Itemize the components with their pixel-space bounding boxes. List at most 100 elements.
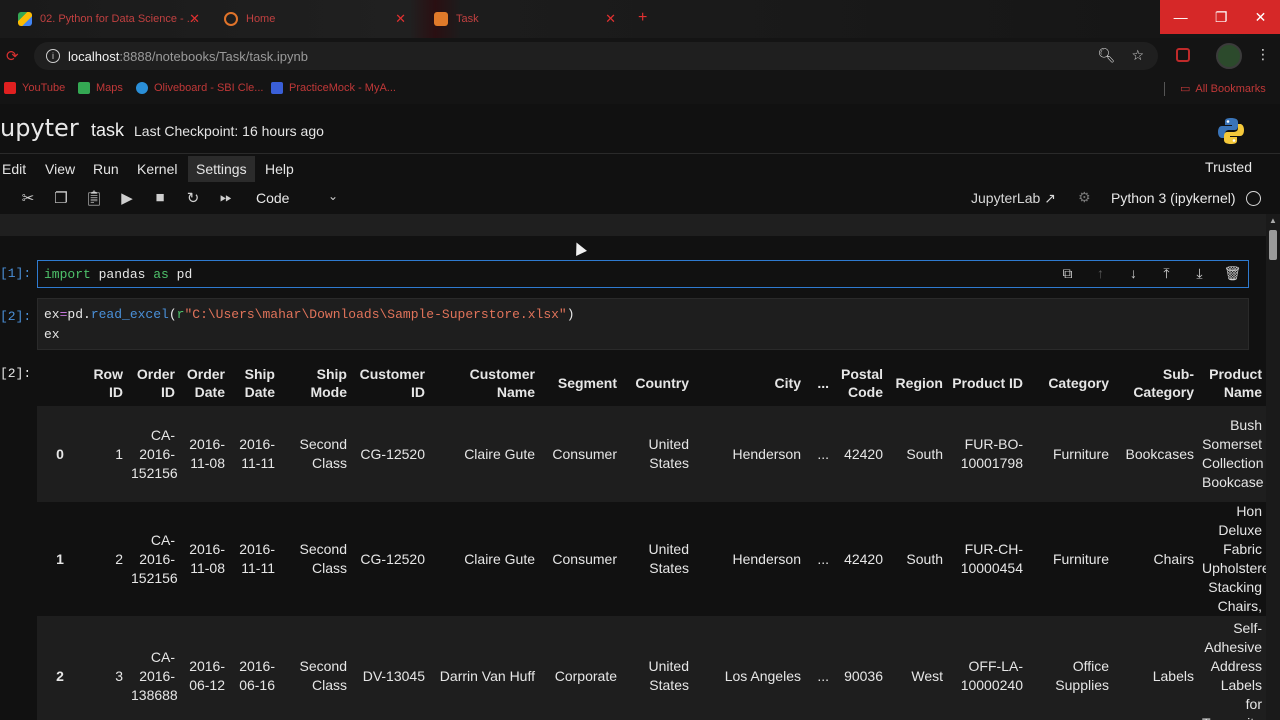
menu-kernel[interactable]: Kernel bbox=[137, 161, 177, 177]
menu-help[interactable]: Help bbox=[265, 161, 294, 177]
jupyter-logo[interactable]: upyter bbox=[0, 114, 79, 142]
kernel-name[interactable]: Python 3 (ipykernel) bbox=[1111, 190, 1236, 206]
notebook-name[interactable]: task bbox=[91, 120, 124, 141]
table-cell: 42420 bbox=[844, 550, 883, 567]
bookmark-oliveboard[interactable]: Oliveboard - SBI Cle... bbox=[136, 82, 263, 94]
run-icon[interactable]: ▶ bbox=[117, 189, 137, 207]
chevron-down-icon[interactable]: ⌄ bbox=[328, 189, 338, 203]
code-line[interactable]: import pandas as pd bbox=[44, 267, 192, 282]
menu-view[interactable]: View bbox=[45, 161, 75, 177]
header-cell: City bbox=[774, 375, 801, 391]
restart-icon[interactable]: ↻ bbox=[183, 189, 203, 207]
table-row: 1 2 CA-2016-152156 2016-11-08 2016-11-11… bbox=[37, 502, 1266, 616]
table-row: 2 3 CA-2016-138688 2016-06-12 2016-06-16… bbox=[37, 616, 1266, 720]
table-cell: CA-2016-152156 bbox=[131, 531, 178, 586]
gear-icon[interactable]: ⚙ bbox=[1078, 189, 1091, 206]
scroll-up-icon[interactable]: ▲ bbox=[1269, 216, 1277, 225]
browser-menu-icon[interactable]: ⋮ bbox=[1256, 46, 1270, 63]
notebook-scrollbar[interactable]: ▲ bbox=[1266, 214, 1280, 720]
insert-above-icon[interactable]: ⤒ bbox=[1157, 265, 1176, 282]
close-tab-icon[interactable]: ✕ bbox=[189, 11, 200, 27]
cell-2-prompt: [2]: bbox=[0, 309, 32, 324]
profile-avatar[interactable] bbox=[1216, 43, 1242, 69]
menu-bar: Edit View Run Kernel Settings Help Trust… bbox=[0, 154, 1280, 184]
close-tab-icon[interactable]: ✕ bbox=[605, 11, 616, 27]
code-line[interactable]: ex=pd.read_excel(r"C:\Users\mahar\Downlo… bbox=[44, 307, 575, 322]
menu-settings[interactable]: Settings bbox=[188, 156, 255, 182]
table-cell: CG-12520 bbox=[360, 550, 425, 567]
jupyterlab-link[interactable]: JupyterLab ↗ bbox=[971, 190, 1056, 207]
header-cell: Customer ID bbox=[359, 366, 425, 400]
maximize-icon[interactable]: ❐ bbox=[1215, 9, 1228, 26]
table-cell: Labels bbox=[1152, 667, 1194, 684]
scrollbar-thumb[interactable] bbox=[1269, 230, 1277, 260]
menu-run[interactable]: Run bbox=[93, 161, 119, 177]
address-bar[interactable]: i localhost:8888/notebooks/Task/task.ipy… bbox=[34, 42, 1158, 70]
folder-icon: ▭ bbox=[1180, 83, 1191, 95]
code-cell-2[interactable]: ex=pd.read_excel(r"C:\Users\mahar\Downlo… bbox=[37, 298, 1249, 350]
table-cell: 90036 bbox=[844, 667, 883, 684]
trusted-indicator[interactable]: Trusted bbox=[1205, 159, 1252, 175]
zoom-icon[interactable]: 🔍︎ bbox=[1098, 47, 1116, 64]
menu-edit[interactable]: Edit bbox=[2, 161, 26, 177]
bookmark-practicemock[interactable]: PracticeMock - MyA... bbox=[271, 82, 396, 94]
cut-icon[interactable]: ✂ bbox=[18, 189, 38, 207]
paren: ) bbox=[566, 307, 575, 322]
browser-tab-home[interactable]: Home ✕ bbox=[214, 6, 414, 32]
copy-icon[interactable]: ❐ bbox=[51, 189, 71, 207]
bookmark-youtube[interactable]: YouTube bbox=[4, 82, 65, 94]
bookmark-maps[interactable]: Maps bbox=[78, 82, 123, 94]
cell-type-select[interactable]: Code bbox=[256, 190, 289, 206]
table-cell: Claire Gute bbox=[464, 550, 535, 567]
table-cell: Henderson bbox=[732, 550, 802, 567]
restart-run-all-icon[interactable]: ⏩︎ bbox=[216, 189, 236, 206]
table-cell: Furniture bbox=[1052, 550, 1109, 567]
bookmark-label: Maps bbox=[96, 82, 123, 94]
bookmark-star-icon[interactable]: ☆ bbox=[1131, 47, 1144, 64]
header-cell: Customer Name bbox=[469, 366, 535, 400]
header-cell: Country bbox=[635, 375, 689, 391]
header-cell: Category bbox=[1048, 375, 1109, 391]
table-cell: 3 bbox=[115, 667, 123, 684]
table-cell: Los Angeles bbox=[724, 667, 801, 684]
youtube-icon bbox=[4, 82, 16, 94]
all-bookmarks[interactable]: ▭ All Bookmarks bbox=[1180, 82, 1266, 96]
bookmarks-bar: YouTube Maps Oliveboard - SBI Cle... Pra… bbox=[0, 74, 1280, 104]
browser-tab-course[interactable]: 02. Python for Data Science - ... ✕ bbox=[8, 6, 208, 32]
table-cell: DV-13045 bbox=[362, 667, 425, 684]
insert-below-icon[interactable]: ⤓ bbox=[1190, 265, 1209, 282]
table-cell: 42420 bbox=[844, 445, 883, 462]
external-link-icon: ↗ bbox=[1044, 190, 1056, 206]
code-line[interactable]: ex bbox=[44, 327, 60, 342]
object: pd. bbox=[67, 307, 91, 322]
tab-title: Task bbox=[456, 13, 479, 25]
browser-tab-task[interactable]: Task ✕ bbox=[424, 6, 624, 32]
maps-icon bbox=[78, 82, 90, 94]
last-checkpoint: Last Checkpoint: 16 hours ago bbox=[134, 123, 324, 139]
table-cell: Second Class bbox=[299, 436, 347, 471]
table-cell: FUR-CH-10000454 bbox=[960, 541, 1023, 576]
notebook-panel: [1]: import pandas as pd ⧉ ↑ ↓ ⤒ ⤓ 🗑︎ [2… bbox=[0, 236, 1266, 720]
bookmark-label: YouTube bbox=[22, 82, 66, 94]
all-bookmarks-label: All Bookmarks bbox=[1195, 82, 1266, 95]
site-info-icon[interactable]: i bbox=[46, 49, 60, 63]
extension-icon[interactable] bbox=[1176, 48, 1190, 62]
alias-name: pd bbox=[168, 267, 193, 282]
close-window-icon[interactable]: ✕ bbox=[1255, 9, 1267, 26]
paste-icon[interactable]: 📋︎ bbox=[84, 189, 104, 207]
reload-icon[interactable]: ⟳ bbox=[6, 47, 19, 65]
bookmark-label: Oliveboard - SBI Cle... bbox=[154, 82, 264, 94]
keyword: as bbox=[153, 267, 169, 282]
close-tab-icon[interactable]: ✕ bbox=[395, 11, 406, 27]
move-down-icon[interactable]: ↓ bbox=[1124, 265, 1143, 282]
url-path: :8888/notebooks/Task/task.ipynb bbox=[119, 48, 308, 64]
duplicate-cell-icon[interactable]: ⧉ bbox=[1058, 265, 1077, 282]
delete-cell-icon[interactable]: 🗑︎ bbox=[1223, 265, 1242, 282]
browser-tab-bar: 02. Python for Data Science - ... ✕ Home… bbox=[0, 0, 1280, 38]
minimize-icon[interactable]: — bbox=[1174, 9, 1188, 25]
move-up-icon[interactable]: ↑ bbox=[1091, 265, 1110, 282]
stop-icon[interactable]: ■ bbox=[150, 189, 170, 206]
new-tab-icon[interactable]: + bbox=[638, 9, 647, 27]
code-cell-1[interactable]: import pandas as pd ⧉ ↑ ↓ ⤒ ⤓ 🗑︎ bbox=[37, 260, 1249, 288]
table-cell: Hon Deluxe Fabric Upholstered Stacking C… bbox=[1202, 503, 1266, 614]
